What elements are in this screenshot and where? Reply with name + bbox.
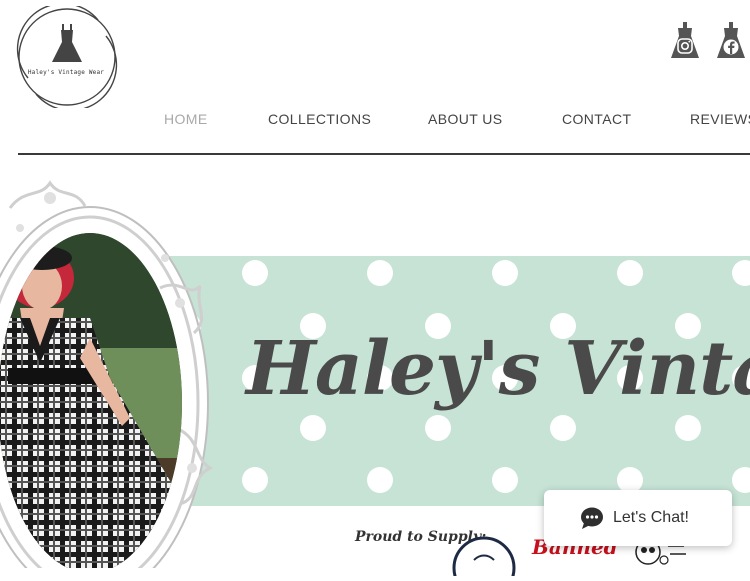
nav-about-us[interactable]: ABOUT US [428,111,503,127]
nav-home[interactable]: HOME [164,111,208,127]
nav-collections[interactable]: COLLECTIONS [268,111,371,127]
nav-divider [18,153,750,155]
lets-chat-button[interactable]: Let's Chat! [544,490,732,546]
logo-badge [16,2,118,112]
model-photo [0,180,214,581]
nav-contact[interactable]: CONTACT [562,111,631,127]
dress-icon [52,24,82,62]
site-logo[interactable]: Haley's Vintage Wear [16,2,118,112]
ornate-photo-frame [0,168,240,581]
dolly-logo-icon [452,536,516,581]
brand-logo-dolly[interactable] [452,536,516,581]
chat-bubble-icon [581,507,603,529]
instagram-icon [671,22,699,58]
logo-text: Haley's Vintage Wear [27,69,105,76]
chat-label: Let's Chat! [613,509,689,526]
facebook-icon [717,22,745,58]
hero-title: Haley's Vintage Wear [246,326,750,412]
nav-reviews[interactable]: REVIEWS [690,111,750,127]
main-nav: HOME COLLECTIONS ABOUT US CONTACT REVIEW… [0,108,750,130]
instagram-link[interactable] [670,22,700,60]
facebook-link[interactable] [716,22,746,60]
